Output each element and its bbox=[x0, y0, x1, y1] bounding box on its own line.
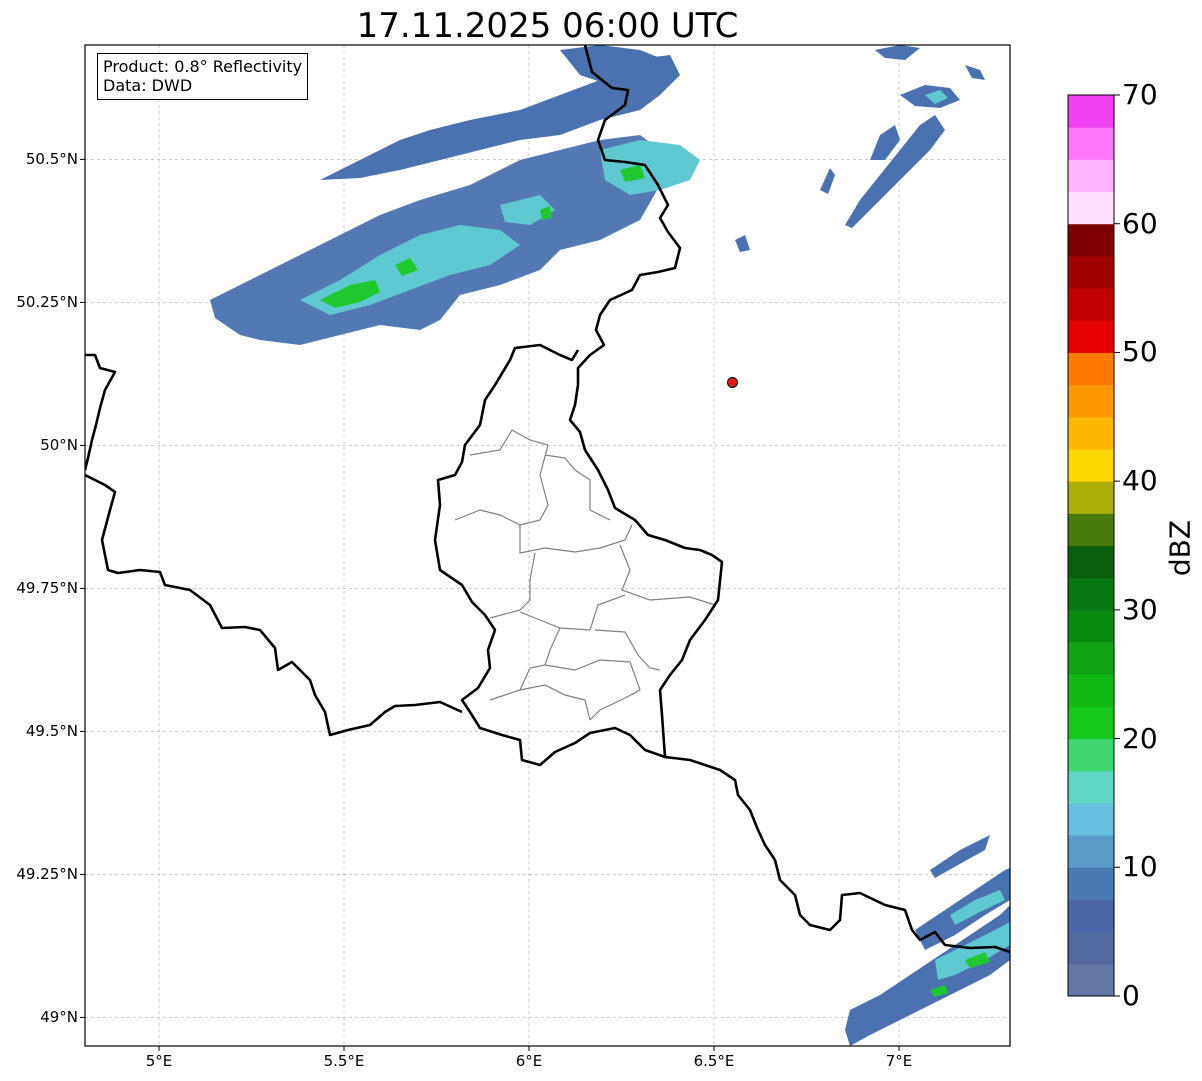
colorbar-segment bbox=[1068, 609, 1114, 643]
colorbar-segment bbox=[1068, 577, 1114, 611]
colorbar-segment bbox=[1068, 95, 1114, 128]
admin-borders bbox=[454, 429, 716, 721]
colorbar-segment bbox=[1068, 963, 1114, 997]
colorbar-tick-marks bbox=[1114, 94, 1120, 997]
colorbar-segment bbox=[1068, 802, 1114, 836]
colorbar-segment bbox=[1068, 159, 1114, 193]
colorbar-tick-label: 10 bbox=[1122, 850, 1158, 884]
colorbar-tick-label: 70 bbox=[1122, 78, 1158, 111]
colorbar-segment bbox=[1068, 416, 1114, 450]
colorbar-tick-label: 50 bbox=[1122, 335, 1158, 369]
colorbar-segment bbox=[1068, 288, 1114, 321]
colorbar-tick-label: 0 bbox=[1122, 979, 1140, 1012]
colorbar-segment bbox=[1068, 899, 1114, 933]
colorbar-tick-label: 20 bbox=[1122, 721, 1158, 755]
lat-tick-label: 49.5°N bbox=[25, 722, 78, 741]
axis-ticks bbox=[80, 158, 900, 1051]
colorbar-segment bbox=[1068, 127, 1114, 160]
radar-map[interactable] bbox=[0, 0, 1202, 1081]
radar-echoes bbox=[210, 45, 1010, 1046]
colorbar-segment bbox=[1068, 481, 1114, 514]
colorbar-segment bbox=[1068, 642, 1114, 675]
colorbar bbox=[1068, 95, 1114, 997]
info-box: Product: 0.8° Reflectivity Data: DWD bbox=[97, 53, 309, 100]
product-label: Product: 0.8° Reflectivity bbox=[103, 57, 303, 76]
colorbar-segment bbox=[1068, 255, 1114, 289]
lon-tick-label: 6°E bbox=[515, 1052, 543, 1070]
colorbar-segment bbox=[1068, 191, 1114, 225]
colorbar-segment bbox=[1068, 320, 1114, 353]
colorbar-tick-label: 30 bbox=[1122, 592, 1158, 626]
colorbar-segment bbox=[1068, 545, 1114, 579]
colorbar-segment bbox=[1068, 835, 1114, 868]
lat-tick-label: 49°N bbox=[40, 1008, 78, 1027]
colorbar-segment bbox=[1068, 384, 1114, 418]
colorbar-segment bbox=[1068, 770, 1114, 804]
colorbar-tick-label: 60 bbox=[1122, 206, 1158, 240]
colorbar-segment bbox=[1068, 867, 1114, 900]
lat-tick-label: 50.25°N bbox=[16, 293, 78, 312]
colorbar-segment bbox=[1068, 706, 1114, 740]
colorbar-unit-label: dBZ bbox=[1163, 519, 1197, 577]
colorbar-segment bbox=[1068, 674, 1114, 707]
lon-tick-label: 7°E bbox=[885, 1052, 913, 1070]
colorbar-segment bbox=[1068, 448, 1114, 482]
lon-tick-label: 6.5°E bbox=[693, 1052, 735, 1070]
lat-tick-label: 49.75°N bbox=[16, 579, 78, 598]
colorbar-segment bbox=[1068, 738, 1114, 772]
lon-tick-label: 5°E bbox=[145, 1052, 173, 1070]
location-marker[interactable] bbox=[727, 376, 738, 388]
colorbar-segment bbox=[1068, 513, 1114, 546]
lon-tick-label: 5.5°E bbox=[323, 1052, 365, 1070]
lat-tick-label: 50°N bbox=[40, 436, 78, 455]
colorbar-segment bbox=[1068, 352, 1114, 386]
colorbar-segment bbox=[1068, 931, 1114, 965]
colorbar-tick-label: 40 bbox=[1122, 464, 1158, 498]
colorbar-segment bbox=[1068, 223, 1114, 257]
lat-tick-label: 50.5°N bbox=[25, 150, 78, 169]
data-source-label: Data: DWD bbox=[103, 76, 193, 95]
lat-tick-label: 49.25°N bbox=[16, 865, 78, 884]
